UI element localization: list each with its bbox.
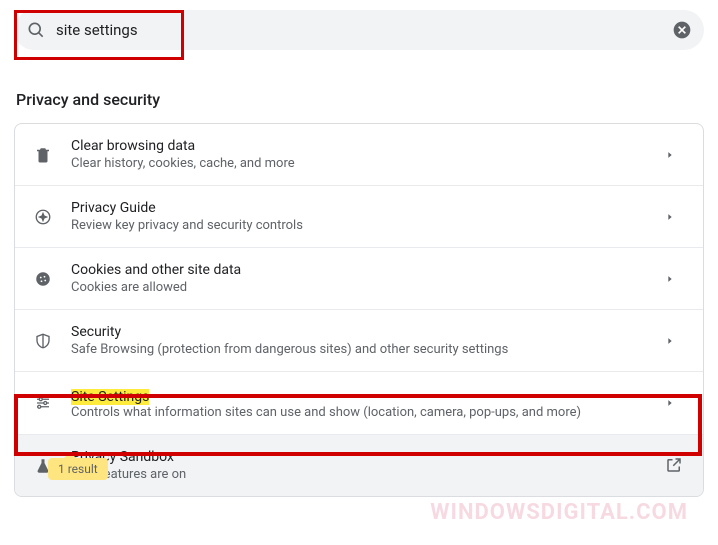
row-content: Privacy Sandbox Trial features are on [71,449,665,482]
row-site-settings[interactable]: Site Settings Controls what information … [15,372,703,435]
row-desc: Review key privacy and security controls [71,218,665,233]
row-content: Clear browsing data Clear history, cooki… [71,138,665,171]
watermark-text: WINDOWSDIGITAL.COM [430,500,688,525]
external-link-icon [665,456,685,476]
row-title: Cookies and other site data [71,262,665,278]
row-desc: Clear history, cookies, cache, and more [71,156,665,171]
row-title: Privacy Sandbox [71,449,665,465]
row-security[interactable]: Security Safe Browsing (protection from … [15,310,703,372]
row-title: Privacy Guide [71,200,665,216]
row-content: Security Safe Browsing (protection from … [71,324,665,357]
sliders-icon [33,393,53,413]
watermark: WINDOWSDIGITAL.COM [430,500,688,525]
chevron-right-icon [665,331,685,351]
row-title: Security [71,324,665,340]
section-title: Privacy and security [16,90,704,109]
row-desc: Cookies are allowed [71,280,665,295]
chevron-right-icon [665,207,685,227]
privacy-card: Clear browsing data Clear history, cooki… [14,123,704,497]
search-bar[interactable] [14,10,704,50]
row-content: Privacy Guide Review key privacy and sec… [71,200,665,233]
clear-search-icon[interactable] [672,20,692,40]
row-title: Clear browsing data [71,138,665,154]
row-desc: Safe Browsing (protection from dangerous… [71,342,665,357]
chevron-right-icon [665,269,685,289]
row-content: Cookies and other site data Cookies are … [71,262,665,295]
row-title-highlighted: Site Settings [71,389,149,405]
cookie-icon [33,269,53,289]
row-desc: Controls what information sites can use … [71,405,665,420]
row-desc: Trial features are on [71,467,665,482]
search-input[interactable] [56,21,672,39]
row-content: Site Settings Controls what information … [71,386,665,420]
compass-icon [33,207,53,227]
shield-icon [33,331,53,351]
result-tooltip: 1 result [48,458,108,480]
row-privacy-guide[interactable]: Privacy Guide Review key privacy and sec… [15,186,703,248]
trash-icon [33,145,53,165]
search-icon [26,20,46,40]
chevron-right-icon [665,145,685,165]
chevron-right-icon [665,393,685,413]
row-privacy-sandbox[interactable]: Privacy Sandbox Trial features are on [15,435,703,496]
row-clear-browsing-data[interactable]: Clear browsing data Clear history, cooki… [15,124,703,186]
row-cookies[interactable]: Cookies and other site data Cookies are … [15,248,703,310]
